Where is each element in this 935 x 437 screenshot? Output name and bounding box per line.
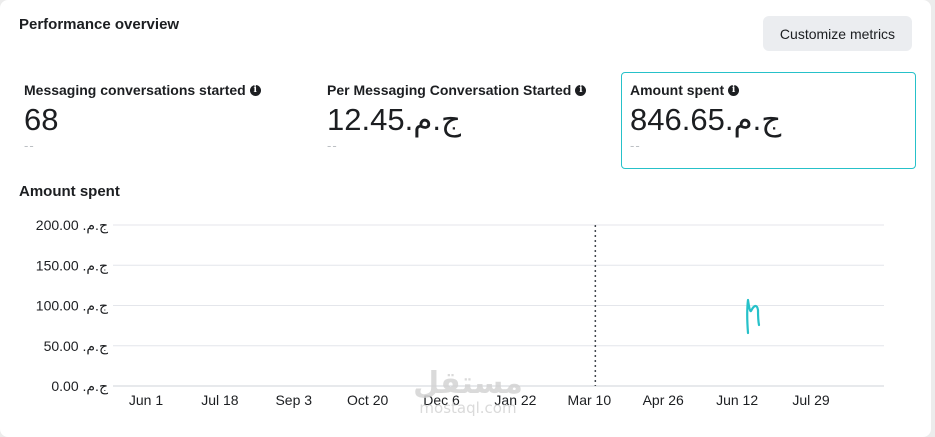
x-tick-label: Mar 10 <box>568 392 612 408</box>
annotation-scribble-mark <box>746 298 761 335</box>
watermark-latin: mostaql.com <box>419 399 517 417</box>
y-tick-label: 150.00 .ج.م <box>36 257 109 274</box>
x-tick-label: Apr 26 <box>643 392 684 408</box>
y-tick-label: 200.00 .ج.م <box>36 217 109 234</box>
y-axis: 200.00 .ج.م 150.00 .ج.م 100.00 .ج.م 50.00 .… <box>36 217 109 395</box>
x-tick-label: Jun 1 <box>129 392 163 408</box>
y-tick-label: 50.00 .ج.م <box>44 338 109 355</box>
x-tick-label: Oct 20 <box>347 392 388 408</box>
x-tick-label: Jul 18 <box>201 392 239 408</box>
y-tick-label: 0.00 .ج.م <box>51 378 109 395</box>
x-tick-label: Jul 29 <box>792 392 830 408</box>
grid <box>113 224 884 387</box>
performance-overview-card: Performance overview Customize metrics M… <box>0 0 931 437</box>
x-tick-label: Sep 3 <box>275 392 312 408</box>
x-tick-label: Jun 12 <box>716 392 758 408</box>
y-tick-label: 100.00 .ج.م <box>36 298 109 315</box>
watermark-arabic: مستقل <box>413 366 523 401</box>
mostaql-watermark: مستقل mostaql.com <box>408 366 528 417</box>
annotation-scribble <box>746 298 761 335</box>
